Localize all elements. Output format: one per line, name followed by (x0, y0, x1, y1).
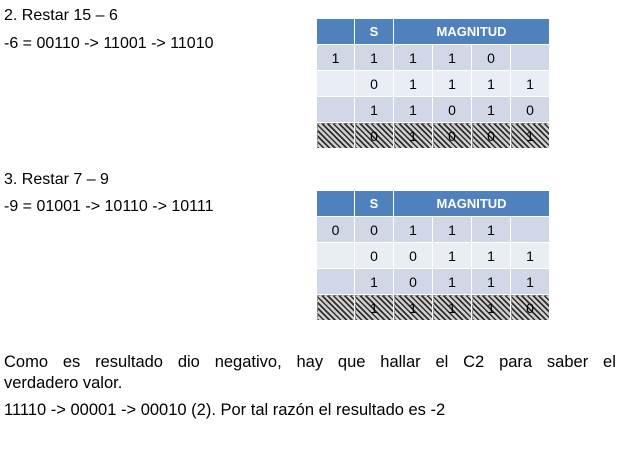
conclusion-line-1: Como es resultado dio negativo, hay que … (4, 352, 616, 373)
table-cell: 1 (471, 70, 511, 97)
table-cell (316, 294, 355, 321)
table-cell: 0 (393, 242, 433, 269)
table-cell: 0 (432, 122, 472, 149)
word: resultado (95, 353, 163, 371)
header-cell-carry (316, 18, 355, 45)
section-1-conversion: -6 = 00110 -> 11001 -> 11010 (4, 35, 214, 52)
table-cell: 0 (354, 70, 394, 97)
table-header-row: S MAGNITUD (316, 190, 551, 217)
word: Como (4, 353, 49, 371)
table-cell: 1 (354, 294, 394, 321)
word: saber (546, 353, 589, 371)
table-cell: 1 (393, 122, 433, 149)
table-cell (509, 44, 551, 71)
table-cell (316, 96, 355, 123)
table-cell: 1 (432, 44, 472, 71)
table-cell: 1 (316, 44, 355, 71)
word: que (337, 353, 366, 371)
table-cell: 1 (354, 44, 394, 71)
section-2-title: 3. Restar 7 – 9 (4, 171, 109, 188)
header-cell-sign: S (354, 190, 394, 217)
word: hallar (380, 353, 421, 371)
table-cell: 0 (509, 96, 551, 123)
table-cell: 1 (509, 242, 551, 269)
table-cell: 1 (354, 96, 394, 123)
table-cell: 0 (432, 96, 472, 123)
word: hay (296, 353, 324, 371)
conclusion-line-2: verdadero valor. (4, 374, 123, 392)
table-cell: 0 (471, 44, 511, 71)
table-cell: 0 (509, 294, 551, 321)
word: negativo, (214, 353, 282, 371)
table-cell: 1 (509, 268, 551, 295)
table-header-row: S MAGNITUD (316, 18, 551, 45)
table-cell: 1 (432, 268, 472, 295)
word: para (499, 353, 533, 371)
table-cell: 0 (354, 216, 394, 243)
table-cell: 1 (393, 96, 433, 123)
table-cell: 1 (393, 294, 433, 321)
word: el (435, 353, 449, 371)
word: dio (177, 353, 200, 371)
table-cell: 1 (509, 122, 551, 149)
header-cell-carry (316, 190, 355, 217)
table-cell (316, 122, 355, 149)
table-row: 1 0 1 1 1 (316, 268, 551, 295)
word: el (603, 353, 616, 371)
table-cell: 1 (471, 294, 511, 321)
header-cell-sign: S (354, 18, 394, 45)
table-row: 1 1 0 1 0 (316, 96, 551, 123)
header-cell-magnitude: MAGNITUD (392, 18, 551, 45)
table-cell: 0 (393, 268, 433, 295)
table-cell: 0 (316, 216, 355, 243)
conclusion-paragraph: Como es resultado dio negativo, hay que … (4, 352, 616, 421)
table-cell: 1 (471, 216, 511, 243)
table-cell: 0 (471, 122, 511, 149)
word: es (62, 353, 81, 371)
table-cell: 0 (354, 242, 394, 269)
table-row: 0 0 1 1 1 (316, 216, 551, 243)
table-cell (316, 70, 355, 97)
result-row: 0 1 0 0 1 (316, 122, 551, 149)
table-cell: 1 (393, 70, 433, 97)
table-cell: 1 (432, 70, 472, 97)
conclusion-line-3: 11110 -> 00001 -> 00010 (2). Por tal raz… (4, 401, 446, 419)
header-cell-magnitude: MAGNITUD (392, 190, 551, 217)
table-cell (316, 242, 355, 269)
table-cell: 1 (432, 242, 472, 269)
table-row: 0 1 1 1 1 (316, 70, 551, 97)
table-cell: 1 (471, 96, 511, 123)
table-cell: 1 (354, 268, 394, 295)
word: C2 (463, 353, 485, 371)
table-cell: 1 (432, 216, 472, 243)
subtraction-table-2: S MAGNITUD 0 0 1 1 1 0 0 1 1 1 1 0 1 1 1… (316, 190, 551, 321)
table-cell (509, 216, 551, 243)
table-row: 1 1 1 1 0 (316, 44, 551, 71)
table-cell: 1 (432, 294, 472, 321)
table-cell (316, 268, 355, 295)
section-2-conversion: -9 = 01001 -> 10110 -> 10111 (4, 198, 214, 215)
table-row: 0 0 1 1 1 (316, 242, 551, 269)
table-cell: 1 (393, 44, 433, 71)
subtraction-table-1: S MAGNITUD 1 1 1 1 0 0 1 1 1 1 1 1 0 1 0… (316, 18, 551, 149)
result-row: 1 1 1 1 0 (316, 294, 551, 321)
table-cell: 1 (471, 268, 511, 295)
table-cell: 1 (393, 216, 433, 243)
table-cell: 0 (354, 122, 394, 149)
table-cell: 1 (471, 242, 511, 269)
section-1-title: 2. Restar 15 – 6 (4, 7, 118, 24)
table-cell: 1 (509, 70, 551, 97)
